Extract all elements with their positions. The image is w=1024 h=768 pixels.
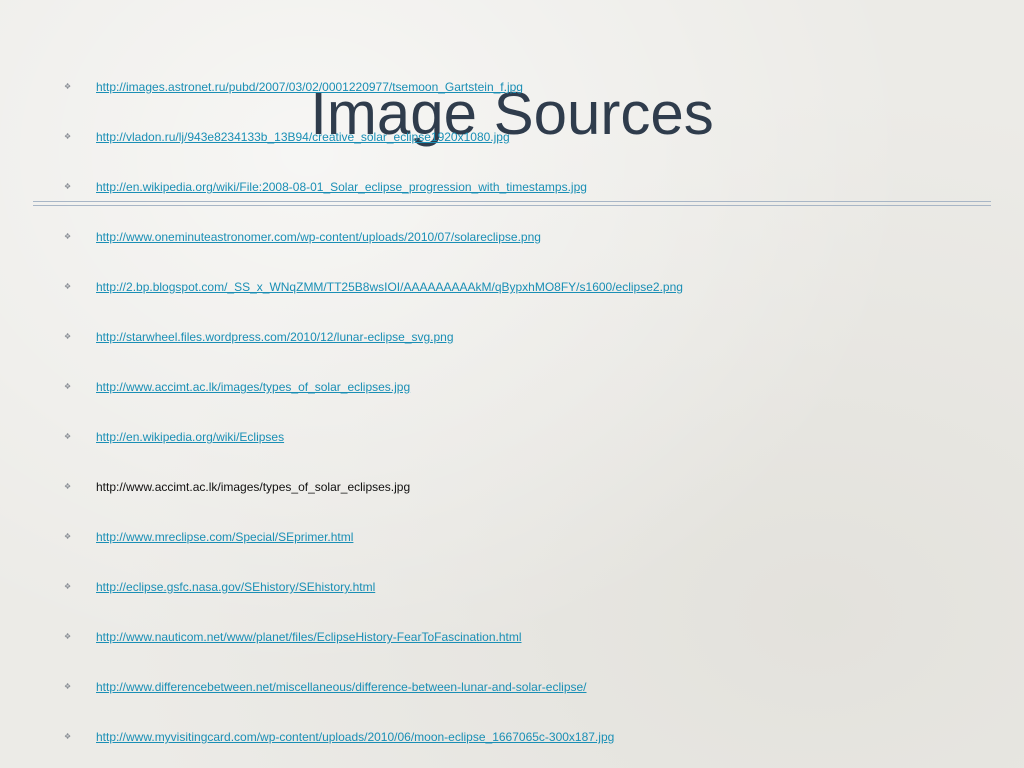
list-item: ❖ http://www.oneminuteastronomer.com/wp-… — [0, 212, 1024, 262]
list-item: ❖ http://starwheel.files.wordpress.com/2… — [0, 312, 1024, 362]
source-link[interactable]: http://vladon.ru/lj/943e8234133b_13B94/c… — [96, 130, 510, 144]
list-item: ❖ http://www.nauticom.net/www/planet/fil… — [0, 612, 1024, 662]
image-sources-list: ❖ http://images.astronet.ru/pubd/2007/03… — [0, 62, 1024, 762]
bullet-icon: ❖ — [64, 332, 72, 341]
source-link[interactable]: http://2.bp.blogspot.com/_SS_x_WNqZMM/TT… — [96, 280, 683, 294]
bullet-icon: ❖ — [64, 232, 72, 241]
source-link[interactable]: http://www.nauticom.net/www/planet/files… — [96, 630, 522, 644]
list-item: ❖ http://en.wikipedia.org/wiki/Eclipses — [0, 412, 1024, 462]
bullet-icon: ❖ — [64, 82, 72, 91]
bullet-icon: ❖ — [64, 482, 72, 491]
bullet-icon: ❖ — [64, 532, 72, 541]
list-item: ❖ http://www.accimt.ac.lk/images/types_o… — [0, 462, 1024, 512]
list-item: ❖ http://2.bp.blogspot.com/_SS_x_WNqZMM/… — [0, 262, 1024, 312]
source-link[interactable]: http://starwheel.files.wordpress.com/201… — [96, 330, 454, 344]
source-link[interactable]: http://www.differencebetween.net/miscell… — [96, 680, 587, 694]
bullet-icon: ❖ — [64, 682, 72, 691]
source-plain-text: http://www.accimt.ac.lk/images/types_of_… — [96, 480, 411, 494]
bullet-icon: ❖ — [64, 582, 72, 591]
list-item: ❖ http://eclipse.gsfc.nasa.gov/SEhistory… — [0, 562, 1024, 612]
source-link[interactable]: http://www.accimt.ac.lk/images/types_of_… — [96, 380, 410, 394]
bullet-icon: ❖ — [64, 432, 72, 441]
source-link[interactable]: http://en.wikipedia.org/wiki/File:2008-0… — [96, 180, 587, 194]
bullet-icon: ❖ — [64, 182, 72, 191]
list-item: ❖ http://www.accimt.ac.lk/images/types_o… — [0, 362, 1024, 412]
bullet-icon: ❖ — [64, 732, 72, 741]
source-link[interactable]: http://en.wikipedia.org/wiki/Eclipses — [96, 430, 284, 444]
source-link[interactable]: http://eclipse.gsfc.nasa.gov/SEhistory/S… — [96, 580, 375, 594]
source-link[interactable]: http://www.myvisitingcard.com/wp-content… — [96, 730, 614, 744]
list-item: ❖ http://www.differencebetween.net/misce… — [0, 662, 1024, 712]
list-item: ❖ http://www.myvisitingcard.com/wp-conte… — [0, 712, 1024, 762]
list-item: ❖ http://vladon.ru/lj/943e8234133b_13B94… — [0, 112, 1024, 162]
bullet-icon: ❖ — [64, 132, 72, 141]
list-item: ❖ http://en.wikipedia.org/wiki/File:2008… — [0, 162, 1024, 212]
bullet-icon: ❖ — [64, 282, 72, 291]
source-link[interactable]: http://images.astronet.ru/pubd/2007/03/0… — [96, 80, 523, 94]
source-link[interactable]: http://www.oneminuteastronomer.com/wp-co… — [96, 230, 541, 244]
bullet-icon: ❖ — [64, 632, 72, 641]
source-link[interactable]: http://www.mreclipse.com/Special/SEprime… — [96, 530, 353, 544]
list-item: ❖ http://www.mreclipse.com/Special/SEpri… — [0, 512, 1024, 562]
bullet-icon: ❖ — [64, 382, 72, 391]
list-item: ❖ http://images.astronet.ru/pubd/2007/03… — [0, 62, 1024, 112]
